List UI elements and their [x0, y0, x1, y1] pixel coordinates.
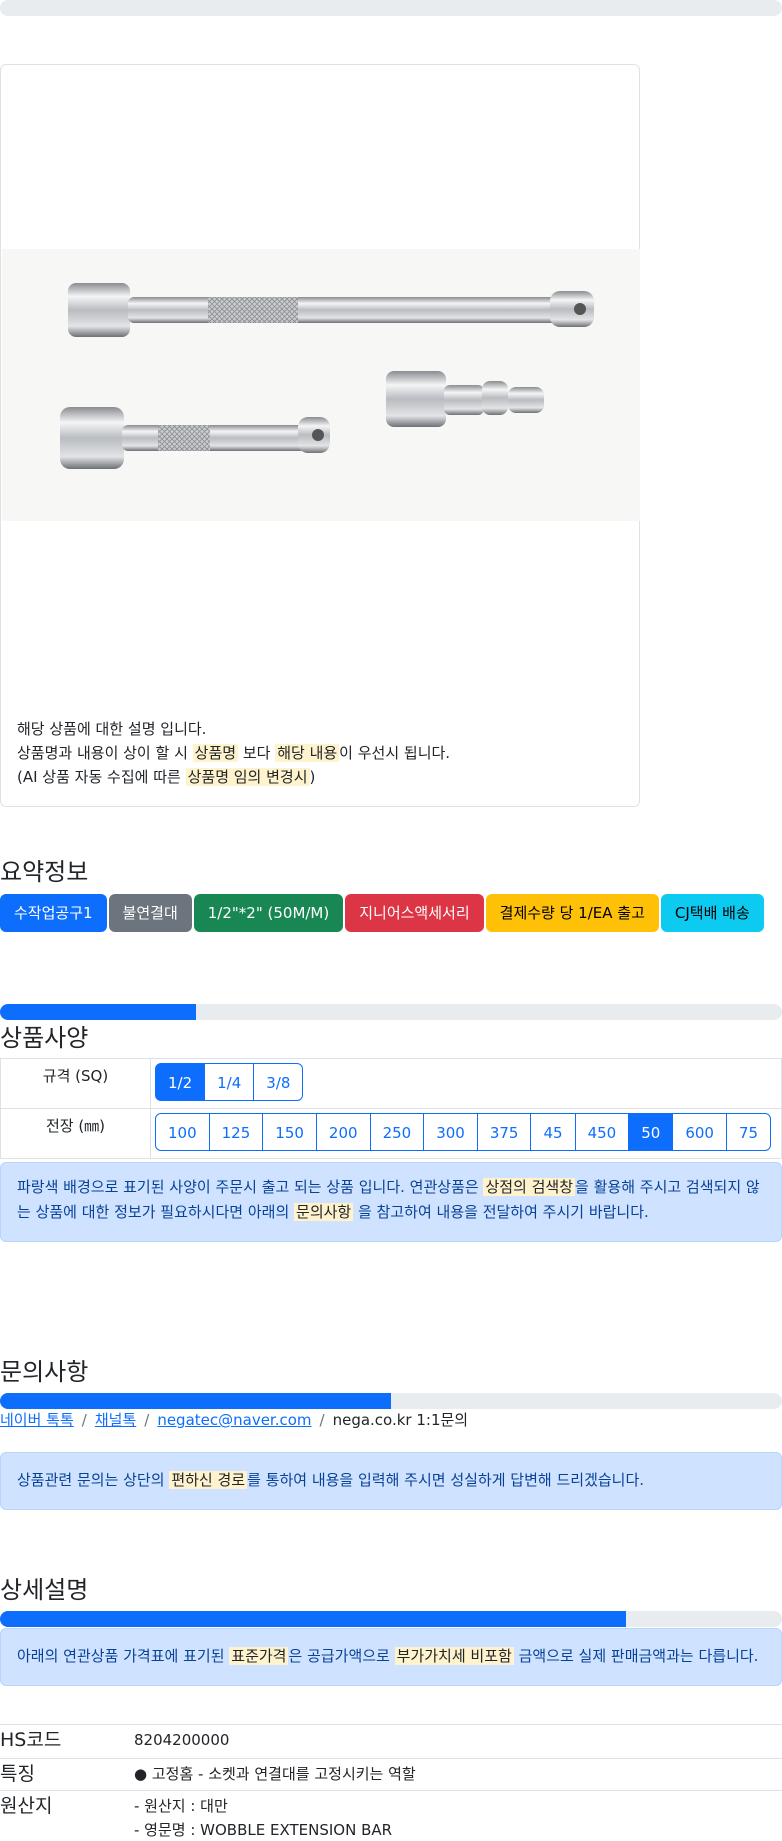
spec-option-button[interactable]: 300 — [423, 1113, 478, 1151]
notice-text: 상품관련 문의는 상단의 — [17, 1471, 170, 1489]
spec-option-button[interactable]: 150 — [262, 1113, 317, 1151]
highlight-inquiry: 문의사항 — [294, 1203, 354, 1221]
inquiry-progress-fill — [0, 1393, 391, 1409]
desc-text: 이 우선시 됩니다. — [339, 744, 451, 762]
inquiry-notice: 상품관련 문의는 상단의 편하신 경로 를 통하여 내용을 입력해 주시면 성실하… — [0, 1452, 782, 1510]
spec-option-button[interactable]: 125 — [208, 1113, 264, 1151]
option-group-length: 100 125 150 200 250 300 375 45 450 50 600 75 — [155, 1113, 777, 1151]
spec-options-sq: 1/2 1/4 3/8 — [150, 1058, 782, 1109]
spec-option-button[interactable]: 3/8 — [253, 1063, 304, 1101]
spec-label-length: 전장 (㎜) — [0, 1108, 151, 1159]
info-key-origin: 원산지 — [0, 1790, 134, 1841]
link-separator: / — [319, 1411, 325, 1429]
spec-option-button[interactable]: 1/4 — [204, 1063, 255, 1101]
detail-title: 상세설명 — [0, 1576, 89, 1604]
site-inquiry-text: nega.co.kr 1:1문의 — [332, 1411, 469, 1429]
spec-row-sq: 규격 (SQ) 1/2 1/4 3/8 — [0, 1058, 782, 1109]
desc-line-2: 상품명과 내용이 상이 할 시 상품명 보다 해당 내용 이 우선시 됩니다. — [17, 741, 627, 765]
detail-progress-bar — [0, 1611, 782, 1627]
top-progress-bar — [0, 0, 782, 16]
detail-progress-fill — [0, 1611, 626, 1627]
inquiry-links: 네이버 톡톡 / 채널톡 / negatec@naver.com / nega.co.kr … — [0, 1408, 468, 1432]
spec-option-button[interactable]: 375 — [476, 1113, 532, 1151]
badge-brand: 지니어스액세서리 — [345, 894, 484, 932]
product-card: 해당 상품에 대한 설명 입니다. 상품명과 내용이 상이 할 시 상품명 보다… — [0, 64, 640, 807]
spec-title: 상품사양 — [0, 1024, 89, 1052]
desc-text: 상품명과 내용이 상이 할 시 — [17, 744, 193, 762]
highlight-search: 상점의 검색창 — [483, 1178, 576, 1196]
spec-option-button[interactable]: 50 — [628, 1113, 674, 1151]
detail-info-table: HS코드 8204200000 특징 ● 고정홈 - 소켓과 연결대를 고정시키… — [0, 1724, 782, 1841]
desc-text: ) — [309, 768, 316, 786]
notice-text: 금액으로 실제 판매금액과는 다릅니다. — [513, 1647, 759, 1665]
notice-text: 은 공급가액으로 — [288, 1647, 395, 1665]
desc-line-1: 해당 상품에 대한 설명 입니다. — [17, 720, 207, 738]
info-key-feature: 특징 — [0, 1758, 134, 1791]
spec-progress-bar — [0, 1004, 782, 1020]
badge-type: 불연결대 — [108, 894, 192, 932]
product-description: 해당 상품에 대한 설명 입니다. 상품명과 내용이 상이 할 시 상품명 보다… — [17, 717, 627, 789]
inquiry-title: 문의사항 — [0, 1358, 89, 1386]
option-group-sq: 1/2 1/4 3/8 — [155, 1063, 777, 1101]
highlight-name-change: 상품명 임의 변경시 — [185, 768, 310, 786]
badge-size: 1/2"*2" (50M/M) — [193, 894, 344, 932]
inquiry-progress-bar — [0, 1393, 782, 1409]
highlight-route: 편하신 경로 — [169, 1471, 248, 1489]
spec-option-button[interactable]: 200 — [315, 1113, 371, 1151]
link-separator: / — [81, 1411, 87, 1429]
info-row-hs: HS코드 8204200000 — [0, 1724, 782, 1759]
badge-quantity: 결제수량 당 1/EA 출고 — [485, 894, 659, 932]
origin-line: - 원산지 : 대만 — [134, 1797, 228, 1815]
badge-category: 수작업공구1 — [0, 894, 107, 932]
spec-option-button[interactable]: 250 — [369, 1113, 425, 1151]
email-link[interactable]: negatec@naver.com — [157, 1411, 311, 1429]
highlight-vat: 부가가치세 비포함 — [394, 1647, 514, 1665]
summary-title: 요약정보 — [0, 858, 89, 886]
spec-table: 규격 (SQ) 1/2 1/4 3/8 전장 (㎜) 100 125 150 200 250… — [0, 1058, 782, 1159]
highlight-standard-price: 표준가격 — [229, 1647, 289, 1665]
naver-talk-link[interactable]: 네이버 톡톡 — [0, 1411, 74, 1429]
info-value-feature: ● 고정홈 - 소켓과 연결대를 고정시키는 역할 — [134, 1758, 782, 1791]
english-name-line: - 영문명 : WOBBLE EXTENSION BAR — [134, 1821, 393, 1839]
spec-option-button[interactable]: 450 — [574, 1113, 630, 1151]
notice-text: 파랑색 배경으로 표기된 사양이 주문시 출고 되는 상품 입니다. 연관상품은 — [17, 1178, 484, 1196]
info-row-feature: 특징 ● 고정홈 - 소켓과 연결대를 고정시키는 역할 — [0, 1758, 782, 1791]
spec-row-length: 전장 (㎜) 100 125 150 200 250 300 375 45 450 50 600 75 — [0, 1108, 782, 1159]
spec-option-button[interactable]: 600 — [672, 1113, 727, 1151]
summary-badges: 수작업공구1 불연결대 1/2"*2" (50M/M) 지니어스액세서리 결제수… — [0, 894, 764, 932]
desc-text: 보다 — [238, 744, 276, 762]
notice-text: 를 통하여 내용을 입력해 주시면 성실하게 답변해 드리겠습니다. — [247, 1471, 645, 1489]
spec-label-sq: 규격 (SQ) — [0, 1058, 151, 1109]
channel-talk-link[interactable]: 채널톡 — [95, 1411, 136, 1429]
link-separator: / — [144, 1411, 150, 1429]
badge-shipping: CJ택배 배송 — [660, 894, 764, 932]
info-value-hs: 8204200000 — [134, 1724, 782, 1759]
info-key-hs: HS코드 — [0, 1724, 134, 1759]
notice-text: 아래의 연관상품 가격표에 표기된 — [17, 1647, 230, 1665]
extension-bar-illustration — [60, 283, 594, 469]
spec-option-button[interactable]: 100 — [155, 1113, 210, 1151]
spec-option-button[interactable]: 45 — [530, 1113, 576, 1151]
info-row-origin: 원산지 - 원산지 : 대만 - 영문명 : WOBBLE EXTENSION … — [0, 1790, 782, 1841]
info-value-origin: - 원산지 : 대만 - 영문명 : WOBBLE EXTENSION BAR — [134, 1790, 782, 1841]
highlight-content: 해당 내용 — [275, 744, 340, 762]
spec-option-button[interactable]: 75 — [725, 1113, 772, 1151]
spec-option-button[interactable]: 1/2 — [155, 1063, 206, 1101]
product-image — [2, 249, 640, 521]
spec-options-length: 100 125 150 200 250 300 375 45 450 50 600 75 — [150, 1108, 782, 1159]
desc-line-3: (AI 상품 자동 수집에 따른 상품명 임의 변경시) — [17, 765, 627, 789]
detail-notice: 아래의 연관상품 가격표에 표기된 표준가격 은 공급가액으로 부가가치세 비포함… — [0, 1628, 782, 1686]
desc-text: (AI 상품 자동 수집에 따른 — [17, 768, 186, 786]
notice-text: 을 참고하여 내용을 전달하여 주시기 바랍니다. — [353, 1203, 649, 1221]
spec-notice: 파랑색 배경으로 표기된 사양이 주문시 출고 되는 상품 입니다. 연관상품은… — [0, 1162, 782, 1242]
highlight-product-name: 상품명 — [192, 744, 239, 762]
